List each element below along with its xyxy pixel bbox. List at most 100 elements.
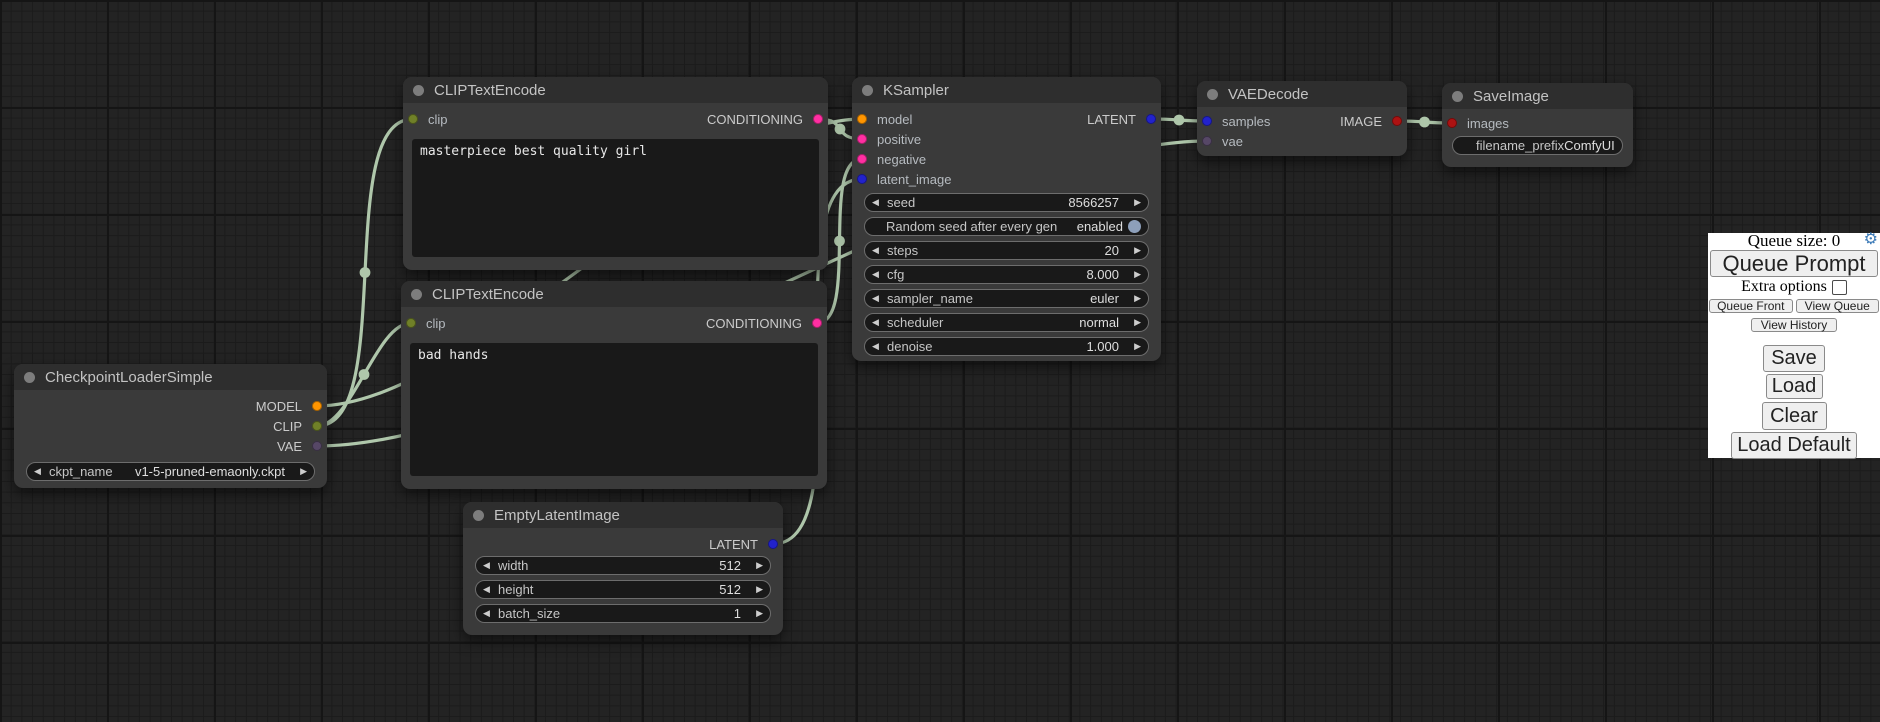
width-widget[interactable]: ◀ width 512 ▶	[475, 556, 771, 575]
node-title-bar[interactable]: CheckpointLoaderSimple	[14, 364, 327, 390]
port-images-input[interactable]	[1447, 118, 1457, 128]
collapse-dot[interactable]	[473, 510, 484, 521]
filename-prefix-widget[interactable]: filename_prefix ComfyUI	[1452, 136, 1623, 155]
batch-size-widget[interactable]: ◀ batch_size 1 ▶	[475, 604, 771, 623]
port-samples-input[interactable]	[1202, 116, 1212, 126]
cfg-widget[interactable]: ◀ cfg 8.000 ▶	[864, 265, 1149, 284]
queue-size-header: Queue size: 0 ⚙	[1708, 233, 1880, 249]
node-title-bar[interactable]: KSampler	[852, 77, 1161, 103]
collapse-dot[interactable]	[413, 85, 424, 96]
node-title-bar[interactable]: CLIPTextEncode	[401, 281, 827, 307]
negative-prompt-textarea[interactable]: bad hands	[410, 343, 818, 476]
extra-options-checkbox[interactable]	[1832, 280, 1847, 295]
increment-arrow-icon[interactable]: ▶	[1128, 293, 1141, 304]
widget-value: 1.000	[1086, 339, 1119, 354]
seed-widget[interactable]: ◀ seed 8566257 ▶	[864, 193, 1149, 212]
node-empty-latent-image: EmptyLatentImage LATENT ◀ width 512 ▶ ◀ …	[463, 502, 783, 635]
node-title-bar[interactable]: EmptyLatentImage	[463, 502, 783, 528]
widget-value: euler	[1090, 291, 1119, 306]
port-model-output[interactable]	[312, 401, 322, 411]
port-conditioning-output[interactable]	[813, 114, 823, 124]
port-clip-input[interactable]	[406, 318, 416, 328]
queue-front-button[interactable]: Queue Front	[1709, 299, 1793, 313]
increment-arrow-icon[interactable]: ▶	[1128, 197, 1141, 208]
collapse-dot[interactable]	[862, 85, 873, 96]
increment-arrow-icon[interactable]: ▶	[1128, 269, 1141, 280]
increment-arrow-icon[interactable]: ▶	[750, 560, 763, 571]
sampler-name-widget[interactable]: ◀ sampler_name euler ▶	[864, 289, 1149, 308]
widget-label: scheduler	[887, 315, 943, 330]
node-title-bar[interactable]: CLIPTextEncode	[403, 77, 828, 103]
port-negative-input[interactable]	[857, 154, 867, 164]
increment-arrow-icon[interactable]: ▶	[1128, 245, 1141, 256]
node-checkpoint-loader: CheckpointLoaderSimple MODEL CLIP VAE ◀ …	[14, 364, 327, 488]
load-button[interactable]: Load	[1766, 374, 1823, 399]
increment-arrow-icon[interactable]: ▶	[750, 608, 763, 619]
decrement-arrow-icon[interactable]: ◀	[872, 293, 885, 304]
widget-value: 8566257	[1068, 195, 1119, 210]
extra-options-label: Extra options	[1741, 278, 1827, 296]
positive-prompt-textarea[interactable]: masterpiece best quality girl	[412, 139, 819, 257]
queue-buttons-row: Queue Front View Queue	[1709, 299, 1879, 313]
decrement-arrow-icon[interactable]: ◀	[872, 245, 885, 256]
port-image-output[interactable]	[1392, 116, 1402, 126]
port-latent-image-input[interactable]	[857, 174, 867, 184]
widget-value: 512	[719, 558, 741, 573]
decrement-arrow-icon[interactable]: ◀	[872, 317, 885, 328]
increment-arrow-icon[interactable]: ▶	[1128, 341, 1141, 352]
increment-arrow-icon[interactable]: ▶	[1128, 317, 1141, 328]
decrement-arrow-icon[interactable]: ◀	[483, 608, 496, 619]
port-clip-input[interactable]	[408, 114, 418, 124]
node-title: CheckpointLoaderSimple	[45, 369, 213, 386]
increment-arrow-icon[interactable]: ▶	[294, 466, 307, 477]
widget-value: 512	[719, 582, 741, 597]
scheduler-widget[interactable]: ◀ scheduler normal ▶	[864, 313, 1149, 332]
node-vae-decode: VAEDecode samples IMAGE vae	[1197, 81, 1407, 156]
node-save-image: SaveImage images filename_prefix ComfyUI	[1442, 83, 1633, 167]
decrement-arrow-icon[interactable]: ◀	[483, 584, 496, 595]
steps-widget[interactable]: ◀ steps 20 ▶	[864, 241, 1149, 260]
load-default-button[interactable]: Load Default	[1731, 432, 1857, 459]
port-latent-output[interactable]	[768, 539, 778, 549]
decrement-arrow-icon[interactable]: ◀	[483, 560, 496, 571]
random-seed-toggle-widget[interactable]: Random seed after every gen enabled	[864, 217, 1149, 236]
port-vae-input[interactable]	[1202, 136, 1212, 146]
save-button[interactable]: Save	[1763, 345, 1825, 372]
port-positive-input[interactable]	[857, 134, 867, 144]
view-queue-button[interactable]: View Queue	[1796, 299, 1880, 313]
node-title: CLIPTextEncode	[432, 286, 544, 303]
decrement-arrow-icon[interactable]: ◀	[872, 269, 885, 280]
queue-prompt-button[interactable]: Queue Prompt	[1710, 250, 1878, 277]
port-clip-output[interactable]	[312, 421, 322, 431]
decrement-arrow-icon[interactable]: ◀	[34, 466, 47, 477]
collapse-dot[interactable]	[411, 289, 422, 300]
node-graph-canvas[interactable]: CheckpointLoaderSimple MODEL CLIP VAE ◀ …	[0, 0, 1880, 722]
port-model-input[interactable]	[857, 114, 867, 124]
decrement-arrow-icon[interactable]: ◀	[872, 197, 885, 208]
widget-label: sampler_name	[887, 291, 973, 306]
ckpt-name-widget[interactable]: ◀ ckpt_name v1-5-pruned-emaonly.ckpt ▶	[26, 462, 315, 481]
gear-icon[interactable]: ⚙	[1864, 232, 1878, 248]
widget-value: 1	[734, 606, 741, 621]
widget-label: Random seed after every gen	[886, 219, 1057, 234]
node-clip-text-encode-positive: CLIPTextEncode clip CONDITIONING masterp…	[403, 77, 828, 270]
view-history-button[interactable]: View History	[1751, 318, 1837, 332]
increment-arrow-icon[interactable]: ▶	[750, 584, 763, 595]
collapse-dot[interactable]	[24, 372, 35, 383]
node-title-bar[interactable]: VAEDecode	[1197, 81, 1407, 107]
decrement-arrow-icon[interactable]: ◀	[872, 341, 885, 352]
height-widget[interactable]: ◀ height 512 ▶	[475, 580, 771, 599]
port-latent-output[interactable]	[1146, 114, 1156, 124]
collapse-dot[interactable]	[1207, 89, 1218, 100]
node-title: EmptyLatentImage	[494, 507, 620, 524]
widget-label: width	[498, 558, 528, 573]
node-title-bar[interactable]: SaveImage	[1442, 83, 1633, 109]
node-title: SaveImage	[1473, 88, 1549, 105]
clear-button[interactable]: Clear	[1762, 402, 1827, 430]
widget-value: ComfyUI	[1564, 138, 1615, 153]
port-conditioning-output[interactable]	[812, 318, 822, 328]
denoise-widget[interactable]: ◀ denoise 1.000 ▶	[864, 337, 1149, 356]
toggle-dot-icon[interactable]	[1128, 220, 1141, 233]
port-vae-output[interactable]	[312, 441, 322, 451]
collapse-dot[interactable]	[1452, 91, 1463, 102]
